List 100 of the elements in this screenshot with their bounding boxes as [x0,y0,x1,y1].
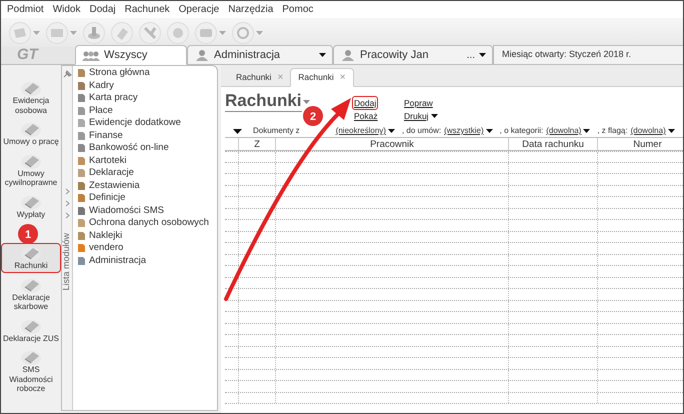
document-icon [76,218,86,228]
column-header[interactable]: Numer [598,138,683,150]
document-icon [76,206,86,216]
column-header[interactable]: Z [239,138,276,150]
filter-dropdown[interactable]: (wszystkie) [444,125,493,137]
toolbar-icon[interactable] [167,22,189,44]
caret-icon [33,30,40,34]
month-label: Miesiąc otwarty: Styczeń 2018 r. [493,45,683,65]
context-dropdown[interactable]: Administracja [187,45,333,65]
toolbar-icon[interactable] [232,22,254,44]
filter-dropdown[interactable]: (dowolna) [630,125,675,137]
module-list-item[interactable]: Płace [76,104,209,117]
people-icon [340,49,356,61]
module-button[interactable]: Umowy o pracę [2,120,60,148]
module-button[interactable]: Wypłaty [2,192,60,220]
document-tab[interactable]: Rachunki × [290,68,354,87]
document-icon [76,243,86,254]
toolbar-icon[interactable] [111,22,133,44]
context-tab[interactable]: Wszyscy [75,45,187,65]
ellipsis-text: ... [466,48,475,62]
caret-icon [70,30,77,34]
module-button[interactable]: SMS Wiadomości robocze [2,348,60,394]
module-list-item[interactable]: Deklaracje [76,167,209,180]
document-icon [76,156,86,166]
menu-item[interactable]: Narzędzia [228,2,274,17]
module-list-item[interactable]: Strona główna [76,67,209,80]
document-icon [76,193,86,204]
document-icon [76,68,86,78]
module-list-item[interactable]: Ewidencje dodatkowe [76,117,209,130]
page-title: Rachunki [225,91,302,112]
module-list-item[interactable]: Kadry [76,80,209,92]
step-badge: 1 [18,224,38,244]
caret-icon [486,129,493,133]
caret-icon [219,30,226,34]
module-list-item[interactable]: Karta pracy [76,92,209,104]
filter-dropdown[interactable]: (dowolna) [546,125,590,137]
menu-item[interactable]: Rachunek [124,2,170,17]
document-icon [76,93,86,104]
document-stack-icon [20,79,42,96]
document-icon [76,180,86,191]
caret-icon [388,129,395,133]
document-icon [76,130,86,141]
column-header[interactable]: Data rachunku [509,138,598,150]
menu-item[interactable]: Widok [52,2,80,17]
module-button[interactable]: Umowy cywilnoprawne [2,152,60,188]
document-icon [76,106,86,116]
filter-label: , do umów: [402,125,442,137]
module-list-item[interactable]: Finanse [76,130,209,142]
people-icon [82,49,100,61]
filter-dropdown[interactable]: (nieokreślony) [336,125,395,137]
menu-item[interactable]: Pomoc [282,2,314,17]
document-icon [76,80,86,91]
caret-icon [430,114,438,118]
document-icon [76,256,86,266]
module-button[interactable]: Rachunki [2,244,60,272]
people-icon [194,49,210,61]
module-list-item[interactable]: Administracja [76,254,209,267]
module-list-item[interactable]: Bankowość on-line [76,142,209,154]
filter-label: Dokumenty z [253,125,300,137]
toolbar-icon[interactable] [83,22,105,44]
caret-icon [583,129,590,133]
menu-item[interactable]: Dodaj [89,2,116,17]
module-button[interactable]: Ewidencja osobowa [2,79,60,116]
module-button[interactable]: Deklaracje skarbowe [2,276,60,312]
module-list-item[interactable]: Kartoteki [76,154,209,167]
caret-icon [319,53,326,57]
module-list-item[interactable]: Zestawienia [76,180,209,192]
document-icon [76,230,86,241]
menu-link[interactable]: Drukuj [403,110,439,122]
document-stack-icon [20,120,42,137]
menu-item[interactable]: Operacje [178,2,220,17]
toolbar-icon[interactable] [46,22,68,44]
action-link[interactable]: Popraw [403,97,434,109]
toolbar-icon[interactable] [139,22,161,44]
module-list-item[interactable]: vendero [76,242,209,254]
logo: GT [17,45,38,66]
module-list-item[interactable]: Naklejki [76,230,209,242]
collapse-icon [233,128,242,134]
document-icon [76,143,86,154]
document-icon [76,118,86,128]
menu-item[interactable]: Podmiot [7,2,44,17]
module-list-item[interactable]: Wiadomości SMS [76,204,209,217]
action-link[interactable]: Pokaż [353,110,379,122]
filter-label: , o kategorii: [500,125,544,137]
module-list-item[interactable]: Definicje [76,192,209,204]
context-dropdown[interactable]: Pracowity Jan ... [333,45,493,65]
filter-label: , z flagą: [597,125,628,137]
module-button[interactable]: Deklaracje ZUS [2,316,60,344]
toolbar-icon[interactable] [195,22,217,44]
module-list-item[interactable]: Ochrona danych osobowych [76,217,209,230]
toolbar-icon[interactable] [9,22,31,44]
step-badge: 2 [303,106,323,126]
document-stack-icon [20,348,42,365]
action-link[interactable]: Dodaj [353,97,378,109]
column-header[interactable]: Pracownik [276,138,509,150]
document-icon [76,168,86,178]
caret-icon [302,100,310,104]
document-tab[interactable]: Rachunki × [229,68,290,87]
caret-icon [479,53,486,57]
caret-icon [668,129,675,133]
